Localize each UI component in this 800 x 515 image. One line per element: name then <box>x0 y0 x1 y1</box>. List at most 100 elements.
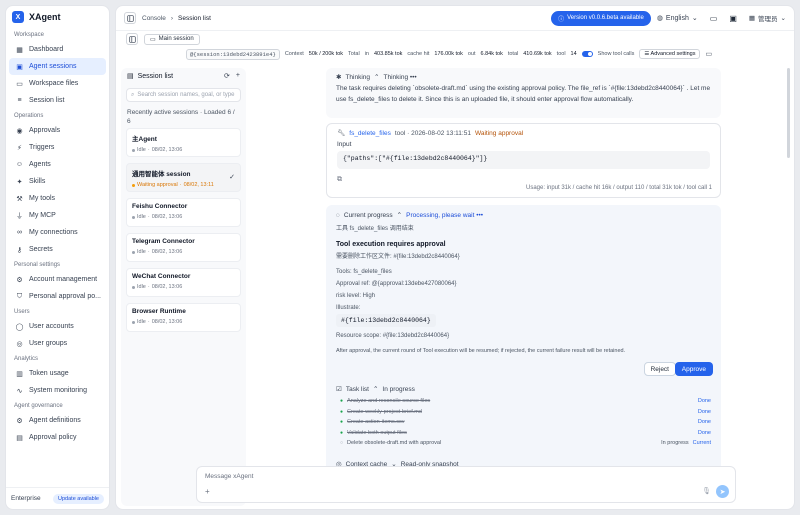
chevron-up-icon: ⌃ <box>374 74 380 81</box>
microphone-icon[interactable]: 🎙︎ <box>702 487 711 495</box>
illustrate-code: #{file:13debd2c8440064} <box>336 314 436 327</box>
sidebar-item-label: Workspace files <box>29 80 79 87</box>
chevron-up-icon: ⌃ <box>396 212 403 219</box>
info-icon: ⓘ <box>558 16 565 23</box>
reject-button[interactable]: Reject <box>643 362 676 376</box>
loading-icon: ◌ <box>336 211 340 219</box>
sidebar-item-label: Account management <box>29 276 98 283</box>
add-session-icon[interactable]: + <box>236 72 240 80</box>
sidebar-item-my-tools[interactable]: ⚒︎ My tools <box>9 190 106 207</box>
tool-input-code: {"paths":["#{file:13debd2c8440064}"]} <box>337 151 710 169</box>
attach-plus-icon[interactable]: + <box>205 487 210 496</box>
tool-name: fs_delete_files <box>349 129 391 137</box>
sidebar-item-session-list[interactable]: ≡ Session list <box>9 92 106 109</box>
approve-button[interactable]: Approve <box>674 362 713 376</box>
sidebar-item-personal-approval-po[interactable]: ⛉ Personal approval po... <box>9 288 106 305</box>
separator: · <box>147 249 150 255</box>
sidebar-item-label: Agent definitions <box>29 417 81 424</box>
sidebar-item-triggers[interactable]: ⚡︎ Triggers <box>9 139 106 156</box>
user-menu[interactable]: ▦ 管理员 ⌄ <box>749 13 786 23</box>
task-items: ● Analyze and reconcile source files Done ●… <box>336 396 711 449</box>
show-tool-calls-toggle[interactable] <box>581 51 593 57</box>
sidebar-item-user-accounts[interactable]: ◯ User accounts <box>9 318 106 335</box>
task-name: Delete obsolete-draft.md with approval <box>347 440 442 447</box>
user-name: 管理员 <box>758 16 778 23</box>
breadcrumb-console[interactable]: Console <box>142 15 166 22</box>
chart-icon: ▥ <box>16 370 23 378</box>
session-id-chip[interactable]: @{session:13debd2423891e4} <box>186 48 280 60</box>
tool-call-card: 🔧︎ fs_delete_files tool · 2026-08-02 13:… <box>326 123 721 198</box>
sidebar-item-my-mcp[interactable]: ⏚ My MCP <box>9 207 106 224</box>
sidebar-item-approvals[interactable]: ◉ Approvals <box>9 122 106 139</box>
window-icon: ▭ <box>150 36 156 43</box>
toggle-sidebar-button[interactable] <box>124 12 136 24</box>
session-search[interactable]: ⌕ Search session names, goal, or type <box>126 88 241 102</box>
sidebar-item-my-connections[interactable]: ∞ My connections <box>9 224 106 241</box>
sidebar-item-token-usage[interactable]: ▥ Token usage <box>9 365 106 382</box>
session-card[interactable]: Feishu Connector Idle · 08/02, 13:06 <box>126 198 241 227</box>
folder-icon[interactable]: ▭ <box>705 50 712 58</box>
pulse-icon: ∿ <box>16 387 23 395</box>
separator: · <box>147 319 150 325</box>
progress-header[interactable]: ◌ Current progress ⌃ Processing, please … <box>336 211 711 220</box>
user-icon: ◯ <box>15 323 24 331</box>
sidebar-item-label: Agent sessions <box>29 63 77 70</box>
task-item: ● Validate both output files Done <box>336 428 711 439</box>
language-selector[interactable]: ◍ English ⌄ <box>657 14 698 23</box>
cache-value: 176.00k tok <box>434 51 463 57</box>
session-time: 08/02, 13:06 <box>151 147 183 153</box>
sidebar-item-dashboard[interactable]: ▦ Dashboard <box>9 41 106 58</box>
sidebar-item-approval-policy[interactable]: ▤ Approval policy <box>9 429 106 446</box>
sidebar-item-user-groups[interactable]: ◎ User groups <box>9 335 106 352</box>
sidebar-item-secrets[interactable]: ⚷ Secrets <box>9 241 106 258</box>
task-list-header[interactable]: ☑ Task list ⌃ In progress <box>336 385 711 394</box>
message-composer[interactable]: Message xAgent + 🎙︎ ➤ <box>196 466 736 503</box>
sidebar-item-label: Personal approval po... <box>29 293 101 300</box>
link-icon: ∞ <box>17 229 22 236</box>
session-search-input[interactable]: Search session names, goal, or type <box>137 92 234 98</box>
task-list: ☑ Task list ⌃ In progress ● Analyze and r… <box>336 385 711 449</box>
recent-sessions-label: Recently active sessions · Loaded 6 / 6 <box>127 109 235 125</box>
approval-description: 需要删除工作区文件: #{file:13debd2c8440064} <box>336 254 460 260</box>
sidebar-item-agent-definitions[interactable]: ⚙︎ Agent definitions <box>9 412 106 429</box>
session-name: WeChat Connector <box>132 273 191 280</box>
session-card[interactable]: Browser Runtime Idle · 08/02, 13:06 <box>126 303 241 332</box>
sidebar-item-workspace-files[interactable]: ▭ Workspace files <box>9 75 106 92</box>
session-list-panel: ▤ Session list ⟳ + ⌕ Search session name… <box>121 68 246 506</box>
session-name: 通用智能体 session <box>132 171 191 178</box>
user-avatar-icon: ▦ <box>748 15 756 22</box>
approval-title: Tool execution requires approval <box>336 241 446 248</box>
send-button[interactable]: ➤ <box>716 485 729 498</box>
update-available-badge[interactable]: Update available <box>53 493 104 504</box>
copy-icon[interactable]: ⧉ <box>337 176 710 184</box>
illustrate-label: Illustrate: <box>336 305 361 311</box>
panel-toggle-button[interactable] <box>126 33 138 45</box>
sidebar-toggle-icon <box>126 14 134 22</box>
scrollbar[interactable] <box>787 68 790 158</box>
version-badge[interactable]: ⓘ Version v0.0.6.beta available <box>551 10 651 26</box>
chat-icon: ▣ <box>16 63 23 71</box>
book-icon[interactable]: ▭ <box>710 14 718 23</box>
main-session-button[interactable]: ▭ Main session <box>144 33 200 45</box>
tool-call-header[interactable]: 🔧︎ fs_delete_files tool · 2026-08-02 13:… <box>337 129 710 138</box>
sidebar-item-account-management[interactable]: ⚙︎ Account management <box>9 271 106 288</box>
refresh-icon[interactable]: ⟳ <box>224 72 230 80</box>
session-card[interactable]: 主Agent Idle · 08/02, 13:06 <box>126 128 241 157</box>
session-card[interactable]: 通用智能体 session Waiting approval · 08/02, 13:… <box>126 163 241 192</box>
total-in-label: Total <box>348 51 360 57</box>
sidebar-item-skills[interactable]: ✦ Skills <box>9 173 106 190</box>
session-card[interactable]: Telegram Connector Idle · 08/02, 13:06 <box>126 233 241 262</box>
monitor-icon[interactable]: ▣ <box>729 14 737 23</box>
advanced-settings-button[interactable]: ☰ Advanced settings <box>639 49 701 59</box>
sidebar-item-agent-sessions[interactable]: ▣ Agent sessions <box>9 58 106 75</box>
sidebar-item-label: Approvals <box>29 127 61 134</box>
check-circle-icon: ● <box>340 419 344 426</box>
sidebar-item-system-monitoring[interactable]: ∿ System monitoring <box>9 382 106 399</box>
thinking-header[interactable]: ✱ Thinking ⌃ Thinking ••• <box>336 72 711 83</box>
session-card[interactable]: WeChat Connector Idle · 08/02, 13:06 <box>126 268 241 297</box>
message-input[interactable]: Message xAgent <box>205 473 253 480</box>
session-list-header: ▤ Session list ⟳ + <box>121 68 246 84</box>
sidebar-item-agents[interactable]: ☺ Agents <box>9 156 106 173</box>
wrench-icon: 🔧︎ <box>337 130 346 137</box>
task-status: Done <box>697 398 711 405</box>
